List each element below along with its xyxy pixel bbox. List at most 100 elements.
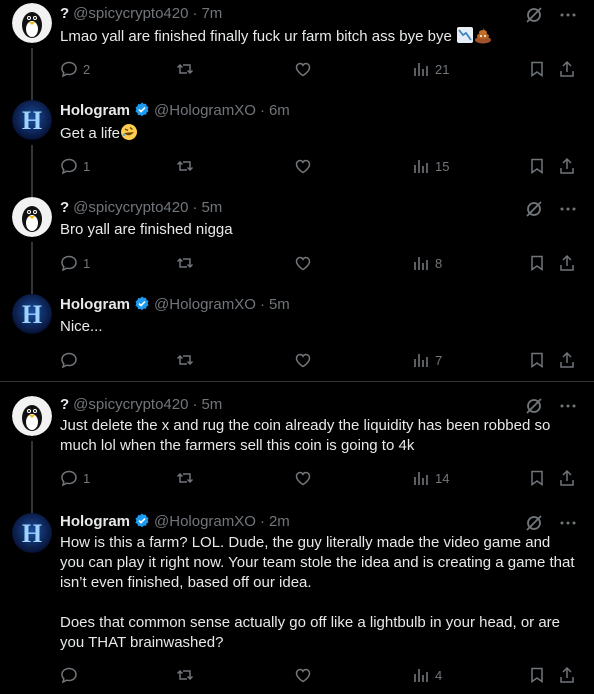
display-name[interactable]: ? xyxy=(60,396,69,413)
retweet-button[interactable] xyxy=(176,59,199,79)
retweet-icon xyxy=(176,354,194,366)
timestamp[interactable]: 5m xyxy=(201,396,222,413)
grok-icon[interactable] xyxy=(524,199,544,219)
views-icon xyxy=(414,669,428,682)
share-button[interactable] xyxy=(558,468,576,488)
retweet-button[interactable] xyxy=(176,468,199,488)
tweet[interactable]: ? @spicycrypto420 · 7m Lmao yall are fin… xyxy=(0,0,594,97)
like-button[interactable] xyxy=(294,156,317,176)
reply-count: 2 xyxy=(83,61,91,77)
timestamp[interactable]: 5m xyxy=(201,199,222,216)
reply-button[interactable]: 1 xyxy=(60,468,90,488)
handle[interactable]: @spicycrypto420 xyxy=(73,5,188,22)
like-button[interactable] xyxy=(294,59,317,79)
views-button[interactable]: 4 xyxy=(412,665,442,685)
views-button[interactable]: 14 xyxy=(412,468,449,488)
tweet-text: Get a life xyxy=(60,123,578,147)
tweet[interactable]: H Hologram @HologramXO · 5m Nice... 7 xyxy=(0,291,594,380)
retweet-icon xyxy=(176,257,194,269)
tweet-top-icons xyxy=(524,5,578,25)
avatar[interactable]: H xyxy=(12,513,52,553)
like-button[interactable] xyxy=(294,468,317,488)
handle[interactable]: @HologramXO xyxy=(154,296,256,313)
like-button[interactable] xyxy=(294,665,317,685)
tweet[interactable]: H Hologram @HologramXO · 2m How is this … xyxy=(0,510,594,694)
thread-line xyxy=(31,242,33,291)
views-icon xyxy=(414,472,428,485)
timestamp[interactable]: 7m xyxy=(201,5,222,22)
timestamp[interactable]: 5m xyxy=(269,296,290,313)
grok-icon[interactable] xyxy=(524,513,544,533)
handle[interactable]: @HologramXO xyxy=(154,102,256,119)
timestamp[interactable]: 2m xyxy=(269,513,290,530)
like-button[interactable] xyxy=(294,350,317,370)
tweet-header: ? @spicycrypto420 · 5m xyxy=(60,394,222,414)
tweet-text: How is this a farm? LOL. Dude, the guy l… xyxy=(60,533,578,653)
views-button[interactable]: 8 xyxy=(412,253,442,273)
handle[interactable]: @spicycrypto420 xyxy=(73,396,188,413)
more-icon[interactable] xyxy=(558,199,578,219)
handle[interactable]: @HologramXO xyxy=(154,513,256,530)
display-name[interactable]: ? xyxy=(60,5,69,22)
penguin-avatar-icon xyxy=(12,3,52,43)
more-icon[interactable] xyxy=(558,5,578,25)
retweet-button[interactable] xyxy=(176,253,199,273)
tweet-text: Bro yall are finished nigga xyxy=(60,220,578,240)
bookmark-button[interactable] xyxy=(528,468,546,488)
tweet-header: Hologram @HologramXO · 5m xyxy=(60,294,290,314)
views-button[interactable]: 7 xyxy=(412,350,442,370)
reply-button[interactable] xyxy=(60,350,83,370)
grok-icon[interactable] xyxy=(524,396,544,416)
tweet-text: Nice... xyxy=(60,317,578,337)
more-icon[interactable] xyxy=(558,513,578,533)
tweet[interactable]: ? @spicycrypto420 · 5m Bro yall are fini… xyxy=(0,194,594,291)
share-button[interactable] xyxy=(558,59,576,79)
avatar[interactable] xyxy=(12,3,52,43)
display-name[interactable]: Hologram xyxy=(60,513,130,530)
tweet-top-icons xyxy=(524,513,578,533)
reply-button[interactable] xyxy=(60,665,83,685)
retweet-button[interactable] xyxy=(176,665,199,685)
share-button[interactable] xyxy=(558,665,576,685)
tweet[interactable]: ? @spicycrypto420 · 5m Just delete the x… xyxy=(0,393,594,510)
bookmark-button[interactable] xyxy=(528,156,546,176)
thread-line xyxy=(31,48,33,97)
share-button[interactable] xyxy=(558,156,576,176)
grok-icon[interactable] xyxy=(524,5,544,25)
reply-button[interactable]: 1 xyxy=(60,253,90,273)
like-button[interactable] xyxy=(294,253,317,273)
bookmark-button[interactable] xyxy=(528,253,546,273)
bookmark-button[interactable] xyxy=(528,350,546,370)
retweet-button[interactable] xyxy=(176,156,199,176)
share-icon xyxy=(560,254,574,271)
avatar[interactable] xyxy=(12,197,52,237)
reply-count: 1 xyxy=(83,158,91,174)
display-name[interactable]: Hologram xyxy=(60,296,130,313)
bookmark-button[interactable] xyxy=(528,59,546,79)
reply-button[interactable]: 1 xyxy=(60,156,90,176)
display-name[interactable]: ? xyxy=(60,199,69,216)
like-icon xyxy=(295,62,311,77)
share-button[interactable] xyxy=(558,350,576,370)
views-count: 8 xyxy=(435,255,443,271)
display-name[interactable]: Hologram xyxy=(60,102,130,119)
views-count: 15 xyxy=(435,158,450,174)
views-button[interactable]: 15 xyxy=(412,156,449,176)
avatar[interactable]: H xyxy=(12,294,52,334)
retweet-button[interactable] xyxy=(176,350,199,370)
bookmark-button[interactable] xyxy=(528,665,546,685)
share-button[interactable] xyxy=(558,253,576,273)
avatar[interactable] xyxy=(12,396,52,436)
tweet[interactable]: H Hologram @HologramXO · 6m Get a life 1… xyxy=(0,97,594,194)
reply-button[interactable]: 2 xyxy=(60,59,90,79)
views-button[interactable]: 21 xyxy=(412,59,449,79)
avatar[interactable]: H xyxy=(12,100,52,140)
hologram-logo-icon: H xyxy=(12,513,52,553)
timestamp[interactable]: 6m xyxy=(269,102,290,119)
action-bar: 1 15 xyxy=(60,156,578,176)
separator-dot: · xyxy=(259,295,265,313)
handle[interactable]: @spicycrypto420 xyxy=(73,199,188,216)
more-icon[interactable] xyxy=(558,396,578,416)
views-icon xyxy=(414,160,428,173)
reply-count: 1 xyxy=(83,470,91,486)
